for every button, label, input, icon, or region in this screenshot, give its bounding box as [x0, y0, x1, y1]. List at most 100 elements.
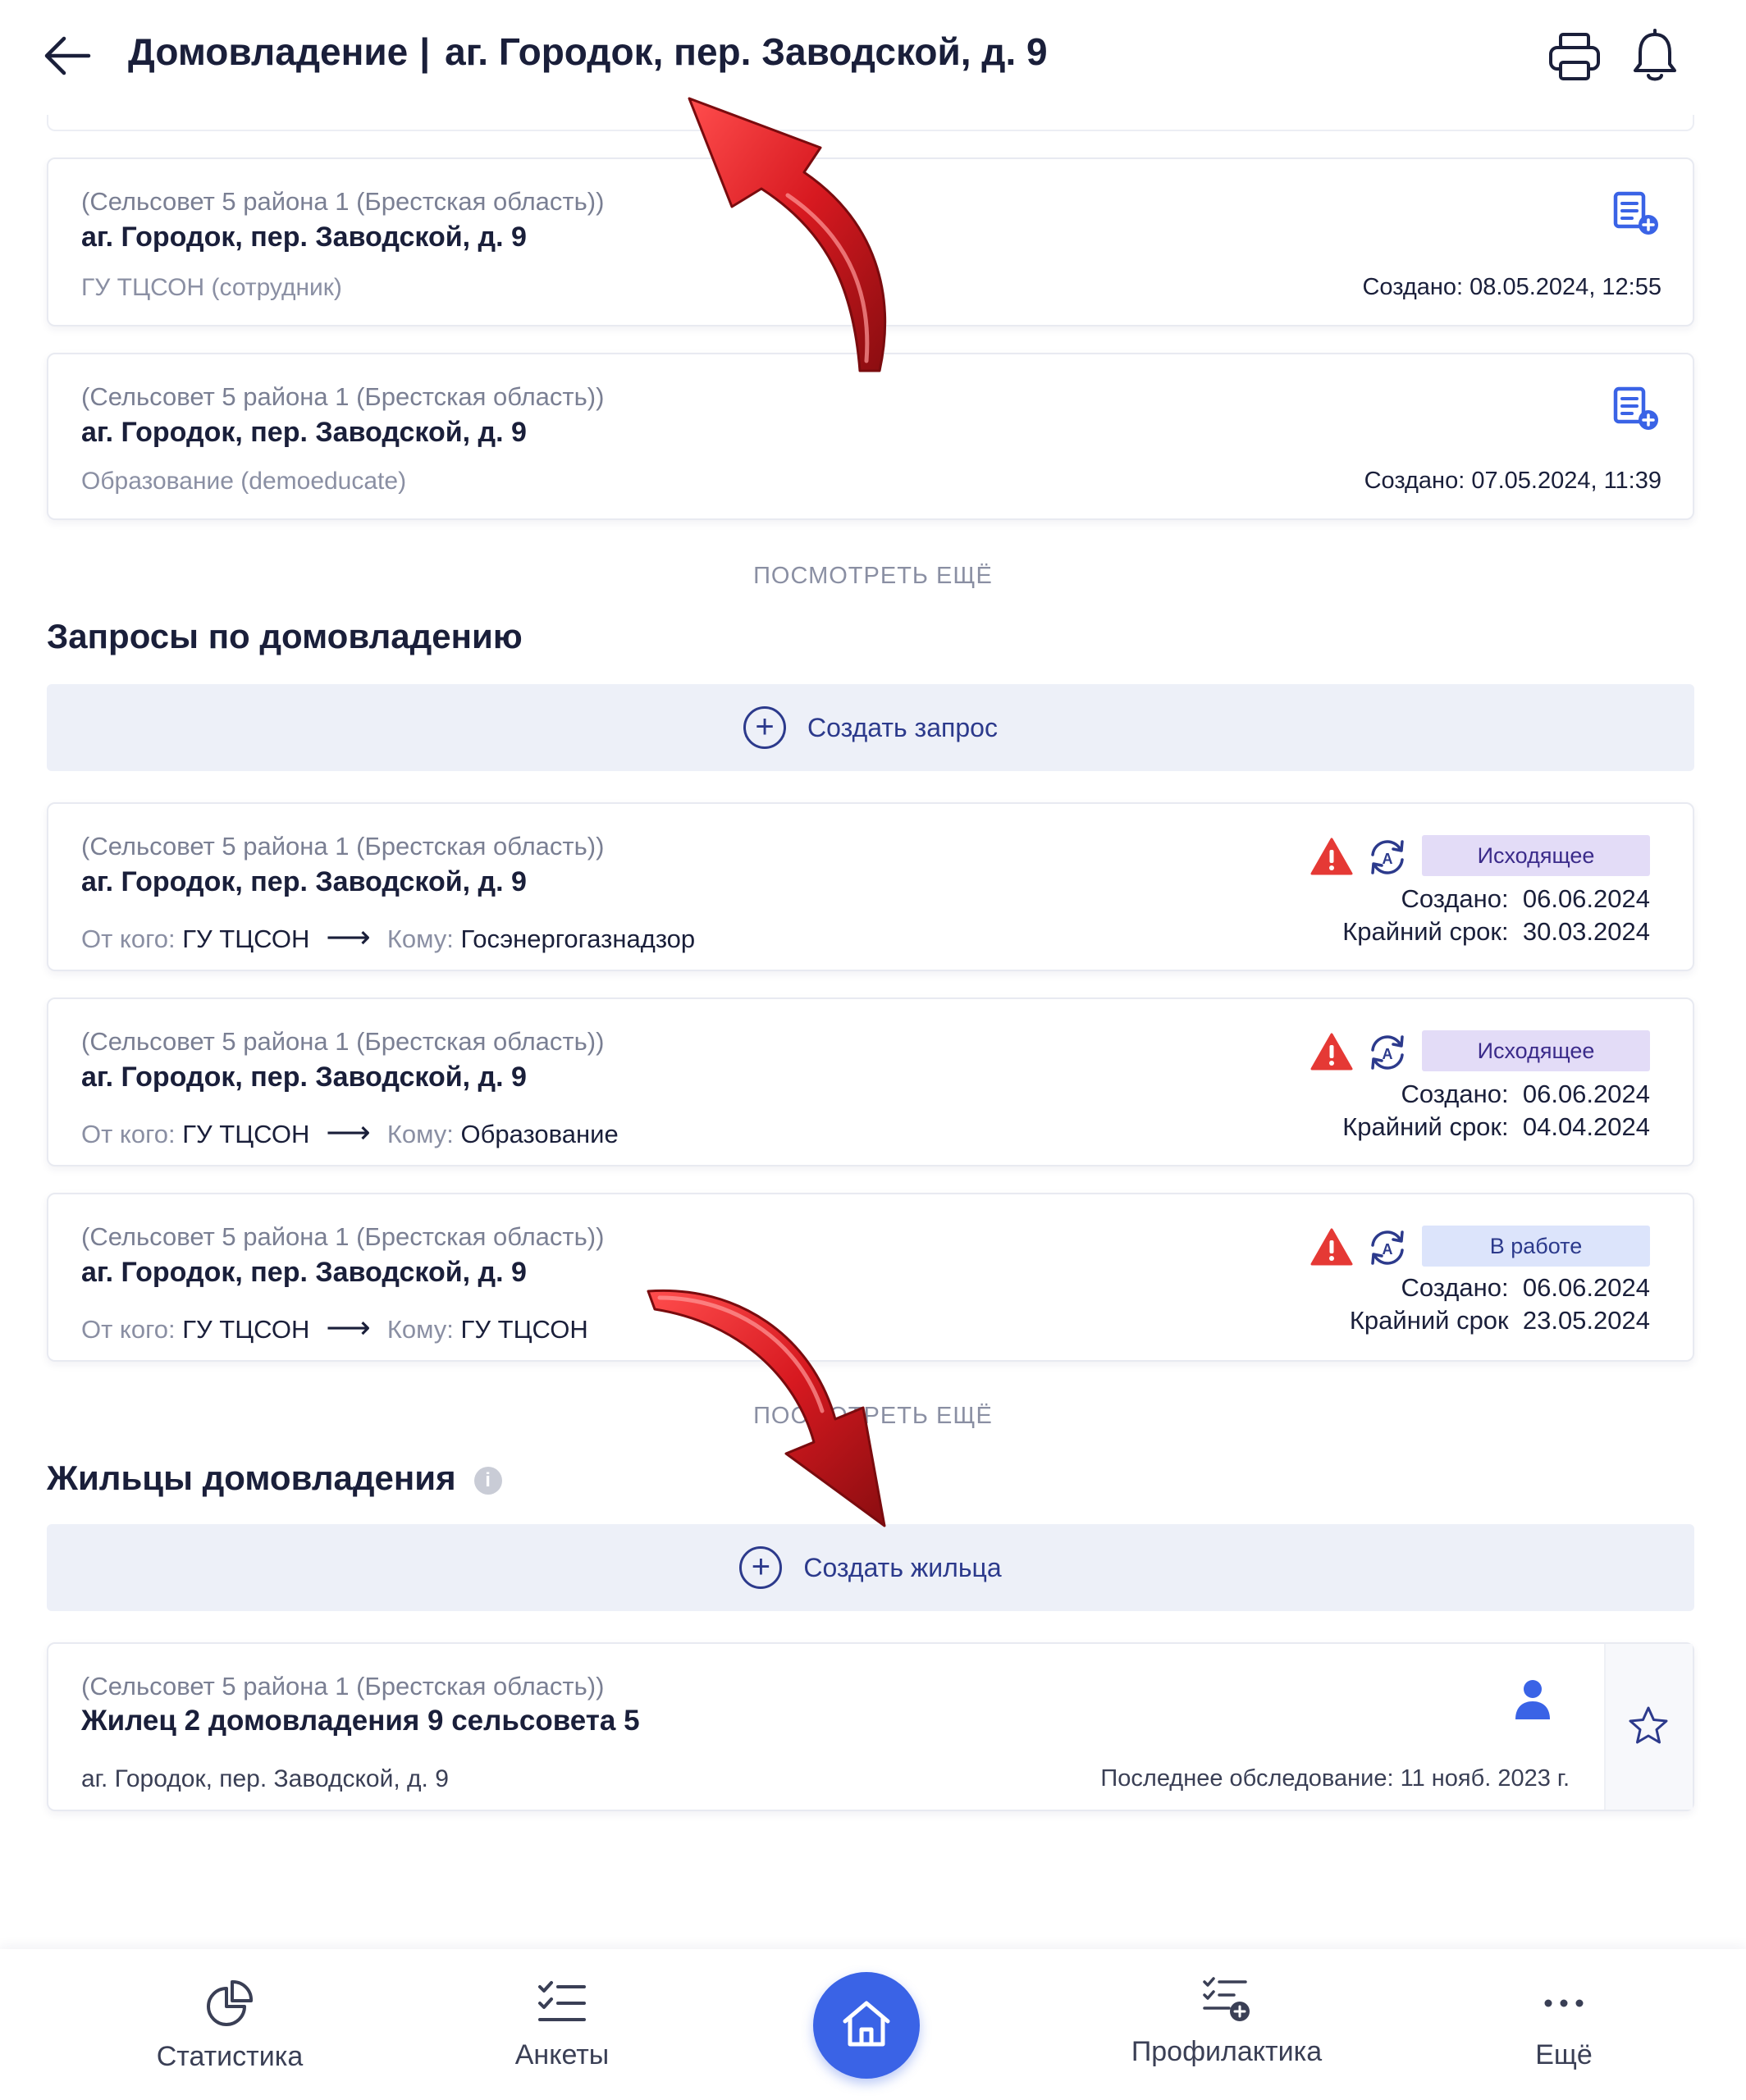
create-resident-label: Создать жильца [803, 1552, 1002, 1582]
document-add-icon[interactable] [1611, 190, 1661, 238]
back-arrow-icon[interactable] [43, 34, 92, 77]
request-created-value: 06.06.2024 [1522, 884, 1650, 913]
visit-created-label: Создано: [1362, 274, 1464, 300]
requests-section-title: Запросы по домовладению [47, 617, 523, 655]
nav-prevention-label: Профилактика [1131, 2036, 1323, 2067]
checklist-icon [538, 1981, 586, 2021]
request-address: аг. Городок, пер. Заводской, д. 9 [81, 1257, 527, 1288]
arrow-right-icon: ⟶ [326, 1116, 371, 1150]
request-deadline-label: Крайний срок: [1342, 1112, 1509, 1141]
request-from-value: ГУ ТЦСОН [182, 924, 310, 953]
visit-author: Образование (demoeducate) [81, 468, 407, 495]
resident-card[interactable]: (Сельсовет 5 района 1 (Брестская область… [47, 1642, 1694, 1811]
visit-region: (Сельсовет 5 района 1 (Брестская область… [81, 382, 605, 411]
request-card[interactable]: (Сельсовет 5 района 1 (Брестская область… [47, 802, 1694, 971]
nav-item-forms[interactable]: Анкеты [468, 1979, 656, 2071]
favorite-area [1604, 1644, 1693, 1810]
visits-show-more-button[interactable]: ПОСМОТРЕТЬ ЕЩЁ [0, 563, 1746, 590]
plus-circle-icon: + [743, 706, 787, 749]
svg-text:A: A [1383, 1046, 1393, 1062]
request-card[interactable]: (Сельсовет 5 района 1 (Брестская область… [47, 998, 1694, 1166]
bottom-navigation: Статистика Анкеты Профилактика Ещё [0, 1949, 1746, 2100]
request-card[interactable]: (Сельсовет 5 района 1 (Брестская область… [47, 1193, 1694, 1362]
request-from-label: От кого: [81, 924, 176, 953]
plus-circle-icon: + [739, 1546, 783, 1589]
request-status-badge: В работе [1422, 1226, 1650, 1267]
info-icon[interactable]: i [473, 1466, 502, 1495]
request-route: От кого: ГУ ТЦСОН ⟶ Кому: Госэнергогазнадз… [81, 919, 695, 956]
request-region: (Сельсовет 5 района 1 (Брестская область… [81, 832, 605, 861]
request-created-label: Создано: [1401, 1080, 1509, 1108]
request-created-value: 06.06.2024 [1522, 1273, 1650, 1302]
nav-home-button[interactable] [813, 1972, 920, 2079]
request-from-value: ГУ ТЦСОН [182, 1315, 310, 1344]
request-address: аг. Городок, пер. Заводской, д. 9 [81, 1061, 527, 1093]
printer-icon[interactable] [1547, 31, 1602, 82]
arrow-right-icon: ⟶ [326, 1311, 371, 1345]
sync-auto-icon: A [1371, 1230, 1404, 1265]
request-to-label: Кому: [386, 924, 454, 953]
nav-statistics-label: Статистика [156, 2041, 304, 2072]
warning-triangle-icon [1310, 1228, 1353, 1266]
nav-item-more[interactable]: Ещё [1498, 1979, 1629, 2071]
request-address: аг. Городок, пер. Заводской, д. 9 [81, 866, 527, 897]
svg-text:A: A [1383, 851, 1393, 867]
person-icon [1515, 1680, 1550, 1719]
sync-auto-icon: A [1371, 840, 1404, 874]
resident-region: (Сельсовет 5 района 1 (Брестская область… [81, 1672, 605, 1701]
nav-item-prevention[interactable]: Профилактика [1108, 1975, 1346, 2068]
request-created-label: Создано: [1401, 884, 1509, 913]
visit-author: ГУ ТЦСОН (сотрудник) [81, 274, 342, 301]
checklist-add-icon [1203, 1977, 1250, 2021]
create-request-label: Создать запрос [807, 712, 998, 742]
nav-forms-label: Анкеты [514, 2039, 610, 2070]
resident-address: аг. Городок, пер. Заводской, д. 9 [81, 1765, 449, 1792]
bell-icon[interactable] [1631, 28, 1679, 84]
create-resident-button[interactable]: + Создать жильца [47, 1524, 1694, 1611]
request-to-value: ГУ ТЦСОН [460, 1315, 588, 1344]
request-deadline-label: Крайний срок [1349, 1306, 1509, 1335]
request-to-value: Образование [460, 1120, 619, 1148]
request-created: Создано: 06.06.2024 [1401, 884, 1650, 914]
create-request-button[interactable]: + Создать запрос [47, 684, 1694, 771]
visit-card[interactable]: (Сельсовет 5 района 1 (Брестская область… [47, 353, 1694, 520]
star-icon[interactable] [1627, 1705, 1670, 1747]
svg-text:A: A [1383, 1241, 1393, 1258]
warning-triangle-icon [1310, 838, 1353, 875]
visit-card[interactable]: (Сельсовет 5 района 1 (Брестская область… [47, 158, 1694, 326]
request-deadline-label: Крайний срок: [1342, 917, 1509, 946]
request-to-label: Кому: [386, 1120, 454, 1148]
request-deadline: Крайний срок 23.05.2024 [1350, 1306, 1650, 1335]
request-created-value: 06.06.2024 [1522, 1080, 1650, 1108]
resident-name: Жилец 2 домовладения 9 сельсовета 5 [81, 1705, 640, 1737]
page-title-address: аг. Городок, пер. Заводской, д. 9 [445, 30, 1048, 73]
request-deadline-value: 04.04.2024 [1522, 1112, 1650, 1141]
dots-icon [1544, 1999, 1584, 2007]
home-icon [843, 2001, 890, 2047]
request-status-badge: Исходящее [1422, 1030, 1650, 1071]
document-add-icon[interactable] [1611, 386, 1661, 433]
page-title-separator: | [419, 30, 431, 73]
visit-address: аг. Городок, пер. Заводской, д. 9 [81, 417, 527, 448]
visit-created: Создано: 08.05.2024, 12:55 [1362, 274, 1661, 301]
request-created-label: Создано: [1401, 1273, 1509, 1302]
request-to-value: Госэнергогазнадзор [460, 924, 696, 953]
visit-created-value: 07.05.2024, 11:39 [1471, 468, 1661, 494]
residents-title-text: Жильцы домовладения [47, 1459, 456, 1497]
request-from-label: От кого: [81, 1120, 176, 1148]
requests-show-more-button[interactable]: ПОСМОТРЕТЬ ЕЩЁ [0, 1403, 1746, 1430]
request-to-label: Кому: [386, 1315, 454, 1344]
request-route: От кого: ГУ ТЦСОН ⟶ Кому: Образование [81, 1114, 619, 1151]
resident-last-exam: Последнее обследование: 11 нояб. 2023 г. [1100, 1765, 1570, 1792]
visit-address: аг. Городок, пер. Заводской, д. 9 [81, 221, 527, 253]
request-deadline-value: 23.05.2024 [1522, 1306, 1650, 1335]
residents-section-title: Жильцы домовладения i [47, 1459, 502, 1498]
visit-region: (Сельсовет 5 района 1 (Брестская область… [81, 187, 605, 216]
request-deadline: Крайний срок: 04.04.2024 [1342, 1112, 1650, 1142]
request-from-label: От кого: [81, 1315, 176, 1344]
page-title-main: Домовладение [128, 30, 409, 73]
request-region: (Сельсовет 5 района 1 (Брестская область… [81, 1027, 605, 1056]
page-title: Домовладение | аг. Городок, пер. Заводской… [128, 30, 1048, 74]
nav-item-statistics[interactable]: Статистика [123, 1979, 336, 2073]
nav-more-label: Ещё [1535, 2039, 1593, 2070]
